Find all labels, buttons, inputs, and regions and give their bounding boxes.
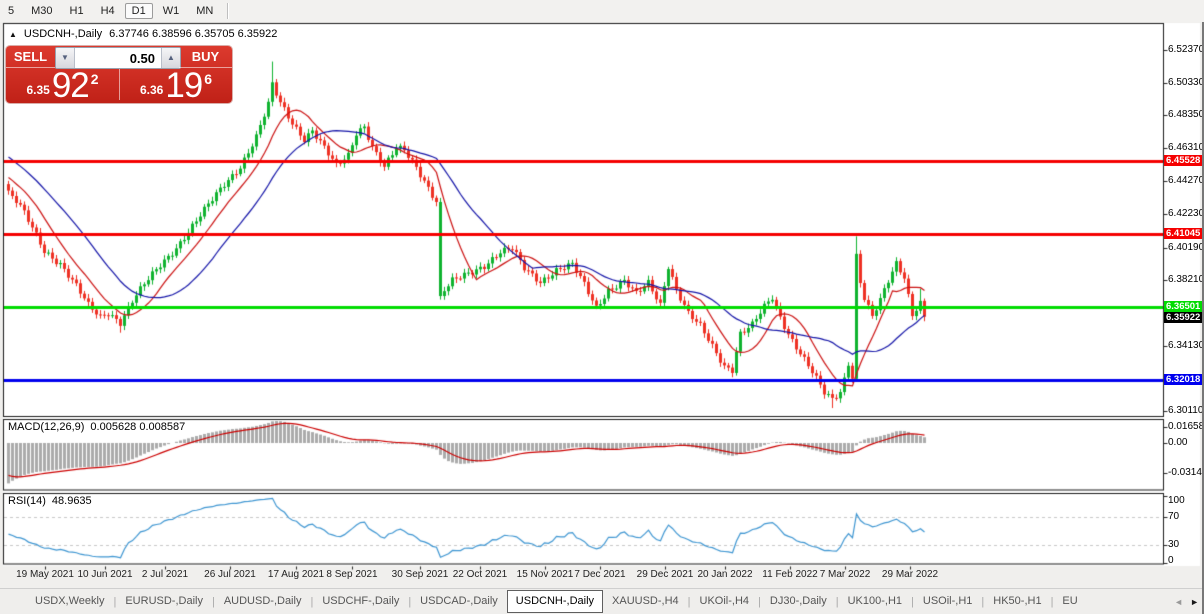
chart-title: ▲ USDCNH-,Daily 6.37746 6.38596 6.35705 … [9,28,277,40]
chevron-down-icon: ▼ [61,53,69,62]
rsi-indicator-label: RSI(14) 48.9635 [8,495,92,507]
y-axis-tick-label: 6.50330 [1168,77,1204,88]
timeframe-button-d1[interactable]: D1 [124,3,153,19]
price-level-label[interactable]: 6.32018 [1164,374,1204,385]
sell-price[interactable]: 6.35 92 2 [6,66,119,105]
tab-eu[interactable]: EU [1053,590,1086,613]
timeframe-button-h4[interactable]: H4 [94,3,122,19]
symbol-tab-bar: USDX,Weekly | EURUSD-,Daily | AUDUSD-,Daily |… [0,588,1204,614]
y-axis-tick-label: 6.38210 [1168,274,1204,285]
one-click-trading-panel: SELL ▼ ▲ BUY 6.35 92 2 6.36 19 6 [6,46,232,103]
macd-axis-label: -0.031422 [1168,467,1204,478]
timeframe-button-mn[interactable]: MN [189,3,220,19]
buy-button[interactable]: BUY [179,46,232,67]
rsi-axis-label: 70 [1168,511,1180,522]
trading-terminal-window: 5 M30 H1 H4 D1 W1 MN ▲ USDCNH-,Daily 6.37746 6… [0,0,1204,614]
timeframe-button-w1[interactable]: W1 [156,3,187,19]
macd-indicator-label: MACD(12,26,9) 0.005628 0.008587 [8,421,185,433]
tab-scroll-left-icon[interactable]: ◄ [1174,597,1183,607]
tab-dj30-daily[interactable]: DJ30-,Daily [761,590,836,613]
y-axis-tick-label: 6.30110 [1168,405,1204,416]
tab-scroll-right-icon[interactable]: ► [1190,597,1199,607]
rsi-axis-label: 100 [1168,495,1185,506]
timeframe-button-m30[interactable]: M30 [24,3,59,19]
rsi-value: 48.9635 [51,495,92,507]
tab-usdchf-daily[interactable]: USDCHF-,Daily [313,590,408,613]
tab-scroll-arrows: ◄ ► [1174,597,1204,607]
date-label: 8 Sep 2021 [326,569,378,580]
macd-axis-label: 0.016586 [1168,421,1204,432]
chevron-up-icon: ▲ [167,53,175,62]
volume-decrease-button[interactable]: ▼ [56,48,75,68]
rsi-axis-label: 30 [1168,539,1180,550]
buy-price-small: 6.36 [139,83,164,97]
sell-price-big: 92 [51,66,90,105]
buy-price-big: 19 [165,66,203,105]
rsi-axis-label: 0 [1168,555,1174,566]
y-axis-tick-label: 6.42230 [1168,208,1204,219]
collapse-indicator-icon[interactable]: ▲ [9,30,17,39]
chart-symbol-label: USDCNH-,Daily [23,28,103,40]
tab-usoil-h1[interactable]: USOil-,H1 [914,590,982,613]
macd-axis-label: 0.00 [1168,437,1188,448]
chart-ohlc-values: 6.37746 6.38596 6.35705 6.35922 [109,28,278,40]
sell-button[interactable]: SELL [6,46,55,67]
sell-price-small: 6.35 [26,83,50,97]
macd-name: MACD(12,26,9) [8,421,85,433]
buy-price-sup: 6 [204,71,213,87]
tab-usdcnh-daily[interactable]: USDCNH-,Daily [506,589,604,613]
current-price-label: 6.35922 [1164,312,1204,323]
sell-price-sup: 2 [90,71,99,87]
y-axis-tick-label: 6.48350 [1168,109,1204,120]
y-axis-tick-label: 6.44270 [1168,175,1204,186]
y-axis-tick-label: 6.34130 [1168,340,1204,351]
date-label: 26 Jul 2021 [204,569,256,580]
tab-eurusd-daily[interactable]: EURUSD-,Daily [116,590,212,613]
y-axis-tick-label: 6.40190 [1168,242,1204,253]
tab-uk100-h1[interactable]: UK100-,H1 [839,590,911,613]
rsi-name: RSI(14) [8,495,46,507]
macd-values: 0.005628 0.008587 [90,421,186,433]
timeframe-button-5[interactable]: 5 [1,3,21,19]
tab-ukoil-h4[interactable]: UKOil-,H4 [691,590,759,613]
price-level-label[interactable]: 6.45528 [1164,155,1204,166]
volume-increase-button[interactable]: ▲ [161,48,180,68]
tab-hk50-h1[interactable]: HK50-,H1 [984,590,1050,613]
buy-price[interactable]: 6.36 19 6 [120,66,232,105]
timeframe-toolbar: 5 M30 H1 H4 D1 W1 MN [0,0,1204,22]
price-level-label[interactable]: 6.36501 [1164,301,1204,312]
volume-input[interactable] [75,48,161,68]
date-label: 29 Mar 2022 [881,569,939,580]
y-axis-tick-label: 6.52370 [1168,44,1204,55]
tab-usdcad-daily[interactable]: USDCAD-,Daily [411,590,507,613]
tab-usdx-weekly[interactable]: USDX,Weekly [26,590,113,613]
tab-audusd-daily[interactable]: AUDUSD-,Daily [215,590,311,613]
timeframe-button-h1[interactable]: H1 [63,3,91,19]
y-axis-tick-label: 6.46310 [1168,142,1204,153]
tab-xauusd-h4[interactable]: XAUUSD-,H4 [603,590,688,613]
price-level-label[interactable]: 6.41045 [1164,228,1204,239]
toolbar-separator [227,3,229,19]
